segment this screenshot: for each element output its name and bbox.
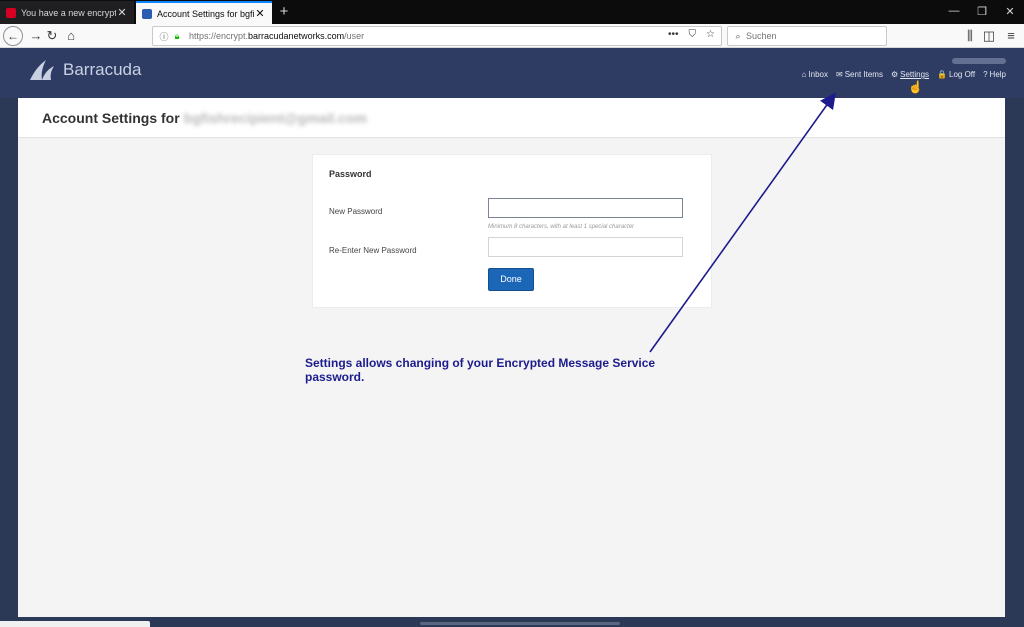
bookmark-star-icon[interactable]: ☆	[706, 29, 715, 40]
page-title: Account Settings for bgfishrecipient@gmai…	[42, 110, 367, 126]
barracuda-logo[interactable]: Barracuda	[28, 58, 141, 82]
search-icon: ⌕	[735, 30, 741, 41]
section-title: Password	[329, 169, 372, 179]
sidebar-icon[interactable]: ◫	[979, 26, 999, 46]
nav-log-off[interactable]: 🔒 Log Off	[937, 70, 975, 79]
password-hint: Minimum 8 characters, with at least 1 sp…	[488, 224, 635, 230]
home-icon: ⌂	[801, 70, 807, 79]
browser-toolbar: ← → ↻ ⌂ ⓘ 🔒︎ https://encrypt.barracudane…	[0, 24, 1024, 48]
app-header: Barracuda ⌂ Inbox ✉ Sent Items ⚙ Setting…	[0, 48, 1024, 98]
new-tab-button[interactable]: +	[276, 3, 292, 20]
restore-button[interactable]: ❐	[972, 5, 992, 18]
page-actions-icon[interactable]: •••	[668, 29, 679, 40]
account-email: bgfishrecipient@gmail.com	[183, 110, 367, 126]
browser-tab-strip: You have a new encrypted me ✕ Account Se…	[0, 0, 1024, 24]
library-icon[interactable]: ⫼	[960, 26, 980, 46]
close-tab-icon[interactable]: ✕	[116, 6, 128, 19]
user-email-blurred	[952, 58, 1006, 64]
password-card: Password New Password Minimum 8 characte…	[312, 154, 712, 308]
barracuda-fin-icon	[30, 60, 54, 80]
logo-text: Barracuda	[63, 60, 142, 79]
back-button[interactable]: ←	[3, 26, 23, 46]
new-password-field[interactable]	[488, 198, 683, 218]
close-tab-icon[interactable]: ✕	[254, 7, 266, 20]
nav-sent-items[interactable]: ✉ Sent Items	[836, 70, 883, 79]
annotation-text: Settings allows changing of your Encrypt…	[305, 356, 656, 384]
tab-title: Account Settings for bgfishrec	[157, 8, 254, 19]
footer-text	[420, 622, 620, 625]
top-navigation: ⌂ Inbox ✉ Sent Items ⚙ Settings 🔒 Log Of…	[802, 70, 1006, 79]
reload-button[interactable]: ↻	[42, 26, 62, 46]
reenter-password-field[interactable]	[488, 237, 683, 257]
gear-icon: ⚙	[890, 70, 899, 79]
done-button[interactable]: Done	[488, 268, 534, 291]
reenter-password-label: Re-Enter New Password	[329, 246, 417, 255]
minimize-button[interactable]: —	[944, 5, 964, 17]
tab-account-settings[interactable]: Account Settings for bgfishrec ✕	[136, 1, 272, 24]
lock-icon: 🔒	[937, 70, 947, 79]
help-icon: ?	[983, 70, 988, 79]
tab-encrypted-message[interactable]: You have a new encrypted me ✕	[0, 1, 134, 24]
nav-settings[interactable]: ⚙ Settings	[891, 70, 929, 79]
url-text: https://encrypt.barracudanetworks.com/us…	[189, 31, 365, 41]
gmail-favicon-icon	[6, 7, 16, 18]
info-icon[interactable]: ⓘ	[157, 30, 171, 43]
new-password-label: New Password	[329, 207, 383, 216]
search-placeholder: Suchen	[746, 31, 777, 41]
page-header: Account Settings for bgfishrecipient@gmai…	[18, 98, 1005, 138]
search-input[interactable]: ⌕ Suchen	[727, 26, 887, 46]
lock-icon[interactable]: 🔒︎	[171, 31, 183, 42]
hamburger-menu-icon[interactable]: ≡	[1001, 26, 1021, 46]
nav-help[interactable]: ? Help	[983, 70, 1006, 79]
barracuda-favicon-icon	[142, 8, 152, 19]
status-bar	[0, 621, 150, 627]
tab-title: You have a new encrypted me	[21, 7, 116, 18]
address-bar[interactable]: ⓘ 🔒︎ https://encrypt.barracudanetworks.c…	[152, 26, 722, 46]
mail-icon: ✉	[836, 70, 843, 79]
hand-cursor-icon: ☝	[908, 80, 923, 94]
pocket-icon[interactable]: ⛉	[689, 29, 697, 40]
nav-inbox[interactable]: ⌂ Inbox	[802, 70, 828, 79]
home-button[interactable]: ⌂	[61, 26, 81, 46]
close-window-button[interactable]: ✕	[1000, 5, 1020, 18]
